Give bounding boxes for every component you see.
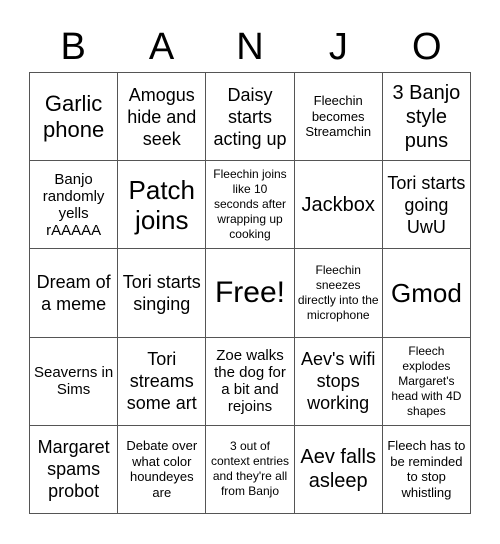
cell-text: Amogus hide and seek xyxy=(127,84,197,149)
bingo-cell[interactable]: 3 out of context entries and they're all… xyxy=(206,425,295,514)
bingo-cell[interactable]: Fleechin joins like 10 seconds after wra… xyxy=(206,161,295,250)
bingo-cell[interactable]: Fleech has to be reminded to stop whistl… xyxy=(382,425,471,514)
header-letter-o: O xyxy=(412,26,442,68)
cell-text: Banjo randomly yells rAAAAA xyxy=(42,170,105,239)
cell-text: Dream of a meme xyxy=(36,271,111,314)
cell-text: Debate over what color houndeyes are xyxy=(126,438,198,500)
free-space[interactable]: Free! xyxy=(206,249,295,338)
cell-text: Free! xyxy=(214,276,285,310)
bingo-cell[interactable]: Fleech explodes Margaret's head with 4D … xyxy=(382,337,471,426)
bingo-cell[interactable]: Fleechin sneezes directly into the micro… xyxy=(294,249,383,338)
cell-text: Fleechin sneezes directly into the micro… xyxy=(297,262,379,322)
cell-text: Daisy starts acting up xyxy=(213,84,287,149)
bingo-cell[interactable]: Aev falls asleep xyxy=(294,425,383,514)
bingo-cell[interactable]: Zoe walks the dog for a bit and rejoins xyxy=(206,337,295,426)
bingo-cell[interactable]: Amogus hide and seek xyxy=(118,73,207,162)
cell-text: Tori starts going UwU xyxy=(387,172,466,237)
cell-text: Seaverns in Sims xyxy=(33,364,114,399)
bingo-grid: Garlic phone Amogus hide and seek Daisy … xyxy=(29,72,471,514)
cell-text: Aev falls asleep xyxy=(300,446,376,493)
bingo-cell[interactable]: Fleechin becomes Streamchin xyxy=(294,73,383,162)
bingo-cell[interactable]: Dream of a meme xyxy=(30,249,119,338)
bingo-cell[interactable]: Gmod xyxy=(382,249,471,338)
bingo-cell[interactable]: Margaret spams probot xyxy=(30,425,119,514)
cell-text: 3 Banjo style puns xyxy=(392,81,461,152)
cell-text: Gmod xyxy=(390,277,462,308)
cell-text: Garlic phone xyxy=(43,90,105,142)
header-letter-j: J xyxy=(328,26,348,68)
header-letter-n: N xyxy=(236,26,264,68)
cell-text: Fleech explodes Margaret's head with 4D … xyxy=(391,343,462,418)
bingo-cell[interactable]: Tori starts going UwU xyxy=(382,161,471,250)
bingo-cell[interactable]: Aev's wifi stops working xyxy=(294,337,383,426)
header-letter-b: B xyxy=(60,26,86,68)
cell-text: Fleech has to be reminded to stop whistl… xyxy=(387,438,466,500)
bingo-cell[interactable]: Daisy starts acting up xyxy=(206,73,295,162)
bingo-cell[interactable]: Jackbox xyxy=(294,161,383,250)
bingo-cell[interactable]: Garlic phone xyxy=(30,73,119,162)
bingo-header: B A N J O xyxy=(29,22,471,72)
cell-text: Fleechin becomes Streamchin xyxy=(305,93,372,140)
bingo-cell[interactable]: Tori streams some art xyxy=(118,337,207,426)
cell-text: Aev's wifi stops working xyxy=(300,349,376,414)
cell-text: Margaret spams probot xyxy=(37,437,110,502)
cell-text: Tori starts singing xyxy=(122,271,201,314)
cell-text: Patch joins xyxy=(128,174,196,235)
bingo-cell[interactable]: Tori starts singing xyxy=(118,249,207,338)
bingo-cell[interactable]: Debate over what color houndeyes are xyxy=(118,425,207,514)
cell-text: Fleechin joins like 10 seconds after wra… xyxy=(213,167,287,242)
cell-text: Zoe walks the dog for a bit and rejoins xyxy=(214,347,286,416)
cell-text: 3 out of context entries and they're all… xyxy=(210,439,290,499)
bingo-cell[interactable]: Banjo randomly yells rAAAAA xyxy=(30,161,119,250)
header-letter-a: A xyxy=(148,26,175,68)
bingo-cell[interactable]: Patch joins xyxy=(118,161,207,250)
bingo-cell[interactable]: 3 Banjo style puns xyxy=(382,73,471,162)
cell-text: Jackbox xyxy=(301,193,375,216)
cell-text: Tori streams some art xyxy=(126,349,197,414)
bingo-cell[interactable]: Seaverns in Sims xyxy=(30,337,119,426)
